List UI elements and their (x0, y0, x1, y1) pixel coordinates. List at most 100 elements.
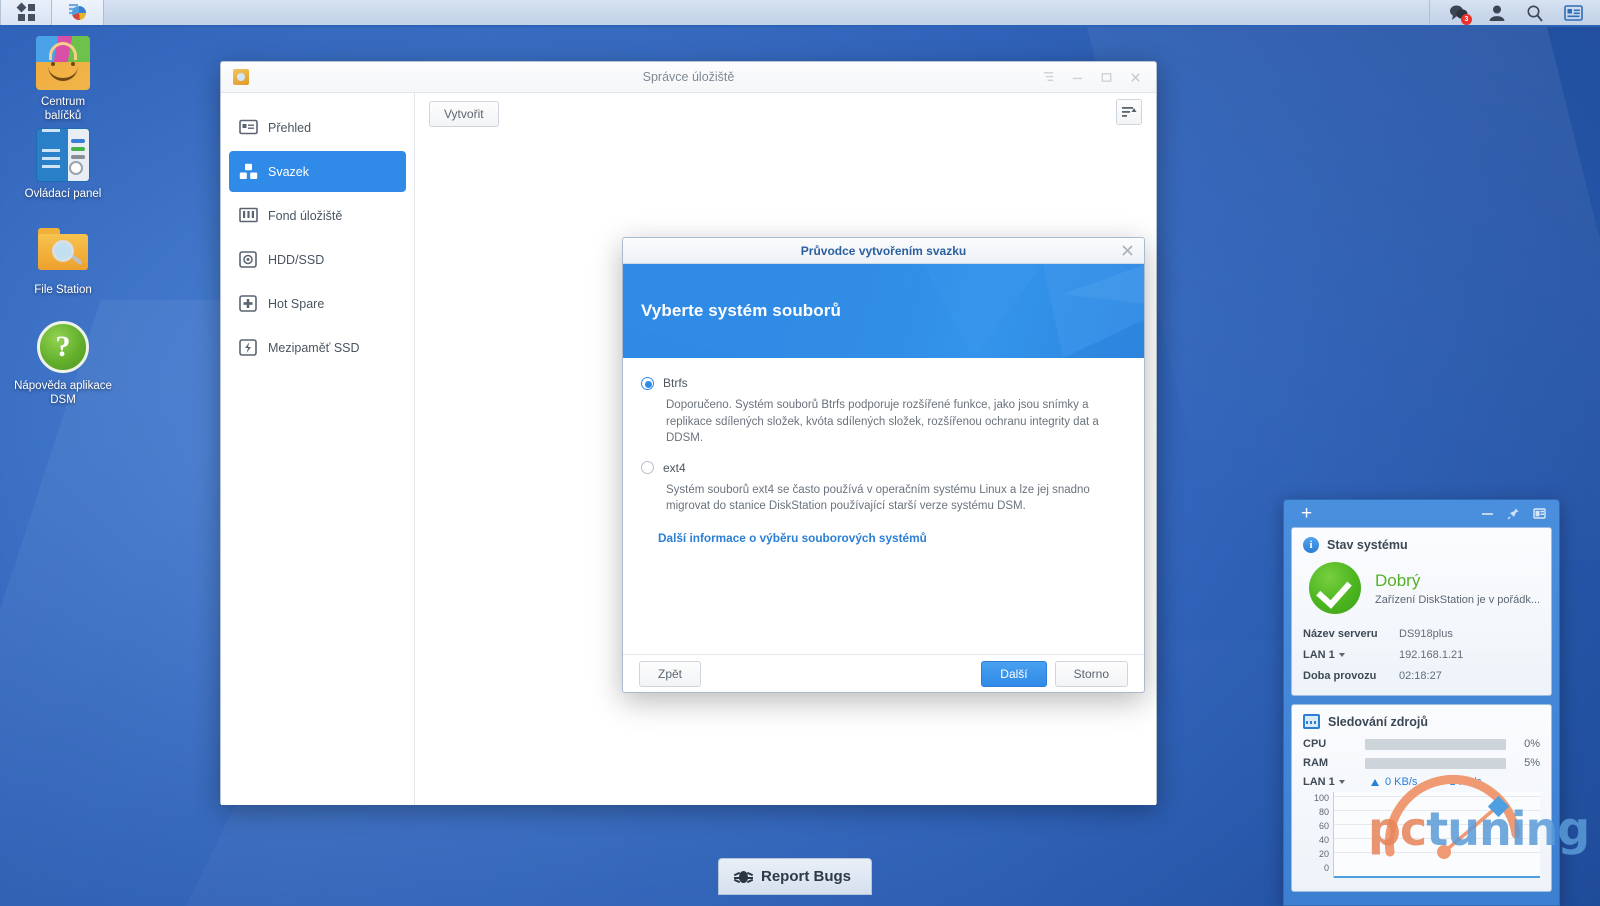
next-button[interactable]: Další (981, 660, 1047, 687)
y-tick: 60 (1318, 821, 1329, 831)
taskbar: 3 (0, 0, 1600, 27)
chevron-down-icon[interactable] (1338, 780, 1345, 785)
back-button[interactable]: Zpět (639, 660, 702, 687)
network-label: LAN 1 (1303, 776, 1335, 788)
network-throughput-chart: 100 80 60 40 20 0 (1303, 792, 1540, 878)
upload-speed: 0 KB/s (1385, 776, 1418, 788)
close-icon[interactable] (1129, 71, 1142, 84)
radio-ext4[interactable] (641, 461, 654, 474)
window-titlebar[interactable]: Správce úložiště (221, 62, 1156, 93)
sidebar: Přehled Svazek Fond úložiště HDD/SSD Hot… (221, 93, 415, 805)
y-tick: 20 (1318, 849, 1329, 859)
y-tick: 0 (1323, 863, 1329, 873)
minimize-icon[interactable] (1071, 71, 1084, 84)
overview-icon (239, 119, 258, 137)
pin-icon[interactable] (1042, 71, 1055, 84)
filesystem-option-btrfs[interactable]: Btrfs (641, 376, 1124, 390)
file-station-icon (36, 224, 90, 278)
chart-series-line (1334, 876, 1540, 878)
filesystem-option-ext4[interactable]: ext4 (641, 461, 1124, 475)
storage-manager-window: Správce úložiště Přehled Svazek Fond úlo… (220, 61, 1157, 805)
hot-spare-icon (239, 294, 258, 313)
sidebar-item-label: Hot Spare (268, 296, 325, 311)
resource-row-ram: RAM 5% (1303, 757, 1540, 769)
chevron-down-icon[interactable] (1338, 653, 1345, 658)
notifications-icon[interactable]: 3 (1448, 2, 1472, 25)
sidebar-item-label: Svazek (268, 164, 309, 179)
sidebar-item-label: Přehled (268, 120, 312, 135)
resource-label: CPU (1303, 738, 1327, 750)
sidebar-item-overview[interactable]: Přehled (229, 107, 406, 148)
more-info-link[interactable]: Další informace o výběru souborových sys… (658, 531, 927, 545)
sidebar-item-label: Mezipaměť SSD (268, 340, 360, 355)
field-key: Název serveru (1303, 628, 1378, 640)
desktop-icon-label: Ovládací panel (24, 188, 102, 200)
status-field-server-name: Název serveru DS918plus (1303, 628, 1540, 640)
widget-panel-glyph (1563, 4, 1583, 21)
close-icon[interactable] (1120, 243, 1135, 258)
grid-squares-icon (16, 2, 35, 21)
y-tick: 40 (1318, 835, 1329, 845)
info-icon: i (1303, 537, 1319, 553)
field-value: 02:18:27 (1399, 670, 1442, 682)
footer-right-buttons: Další Storno (981, 660, 1128, 687)
option-description: Doporučeno. Systém souborů Btrfs podporu… (666, 399, 1099, 444)
dialog-hero-banner: Vyberte systém souborů (623, 264, 1144, 358)
cancel-button[interactable]: Storno (1054, 660, 1128, 687)
minimize-icon[interactable] (1481, 507, 1494, 520)
radio-btrfs[interactable] (641, 376, 654, 390)
detach-icon[interactable] (1533, 507, 1546, 520)
dialog-titlebar[interactable]: Průvodce vytvořením svazku (623, 238, 1144, 264)
storage-manager-icon (233, 69, 249, 85)
ram-usage-bar (1365, 757, 1506, 769)
sidebar-item-hdd-ssd[interactable]: HDD/SSD (229, 239, 406, 280)
desktop-icon-label-2: DSM (50, 394, 76, 406)
taskbar-app-package-center[interactable] (52, 0, 104, 25)
sidebar-item-volume[interactable]: Svazek (229, 151, 406, 192)
bug-icon (733, 869, 754, 884)
storage-pool-icon (239, 207, 258, 225)
notification-badge: 3 (1461, 13, 1472, 25)
card-title: Stav systému (1327, 538, 1408, 552)
desktop-icon-package-center[interactable]: Centrum balíčků (8, 36, 118, 123)
desktop-icon-label: Centrum (40, 96, 86, 108)
desktop-icon-dsm-help[interactable]: ? Nápověda aplikace DSM (8, 320, 118, 407)
sidebar-item-hot-spare[interactable]: Hot Spare (229, 283, 406, 324)
desktop-icon-label: Nápověda aplikace (14, 380, 112, 392)
maximize-icon[interactable] (1100, 71, 1113, 84)
search-icon[interactable] (1524, 2, 1546, 24)
control-panel-icon (36, 128, 90, 182)
resource-row-network[interactable]: LAN 1 0 KB/s 1 KB/s (1303, 776, 1540, 788)
window-title: Správce úložiště (642, 70, 735, 84)
sidebar-item-storage-pool[interactable]: Fond úložiště (229, 195, 406, 236)
sort-list-button[interactable] (1116, 99, 1142, 125)
dialog-footer: Zpět Další Storno (623, 654, 1144, 692)
user-icon[interactable] (1486, 2, 1508, 24)
create-volume-button[interactable]: Vytvořit (429, 101, 499, 127)
pin-icon[interactable] (1507, 507, 1520, 520)
desktop-icon-file-station[interactable]: File Station (8, 224, 118, 297)
upload-arrow-icon (1371, 778, 1379, 786)
magnifier-glyph (1527, 5, 1543, 22)
disk-icon (239, 250, 258, 269)
report-bugs-label: Report Bugs (761, 868, 851, 885)
desktop-icon-control-panel[interactable]: Ovládací panel (8, 128, 118, 201)
window-body: Přehled Svazek Fond úložiště HDD/SSD Hot… (221, 93, 1156, 805)
system-status-card: i Stav systému Dobrý Zařízení DiskStatio… (1291, 527, 1552, 696)
desktop-widget-panel: + i Stav systému Dobrý Zařízení DiskStat… (1283, 499, 1560, 906)
sidebar-item-ssd-cache[interactable]: Mezipaměť SSD (229, 327, 406, 368)
status-field-uptime: Doba provozu 02:18:27 (1303, 670, 1540, 682)
main-menu-button[interactable] (0, 0, 52, 25)
option-description: Systém souborů ext4 se často používá v o… (666, 483, 1090, 513)
card-header: Sledování zdrojů (1303, 714, 1540, 729)
package-center-icon (69, 3, 87, 22)
status-field-lan[interactable]: LAN 1 192.168.1.21 (1303, 649, 1540, 661)
ram-usage-value: 5% (1524, 757, 1540, 769)
widgets-icon[interactable] (1562, 2, 1584, 24)
report-bugs-button[interactable]: Report Bugs (718, 858, 872, 895)
package-center-icon (36, 36, 90, 90)
field-key: LAN 1 (1303, 649, 1335, 661)
add-widget-button[interactable]: + (1301, 504, 1312, 523)
create-volume-wizard-dialog: Průvodce vytvořením svazku Vyberte systé… (622, 237, 1145, 693)
content-area: Vytvořit Průvodce vytvořením svazku Vybe… (415, 93, 1156, 805)
